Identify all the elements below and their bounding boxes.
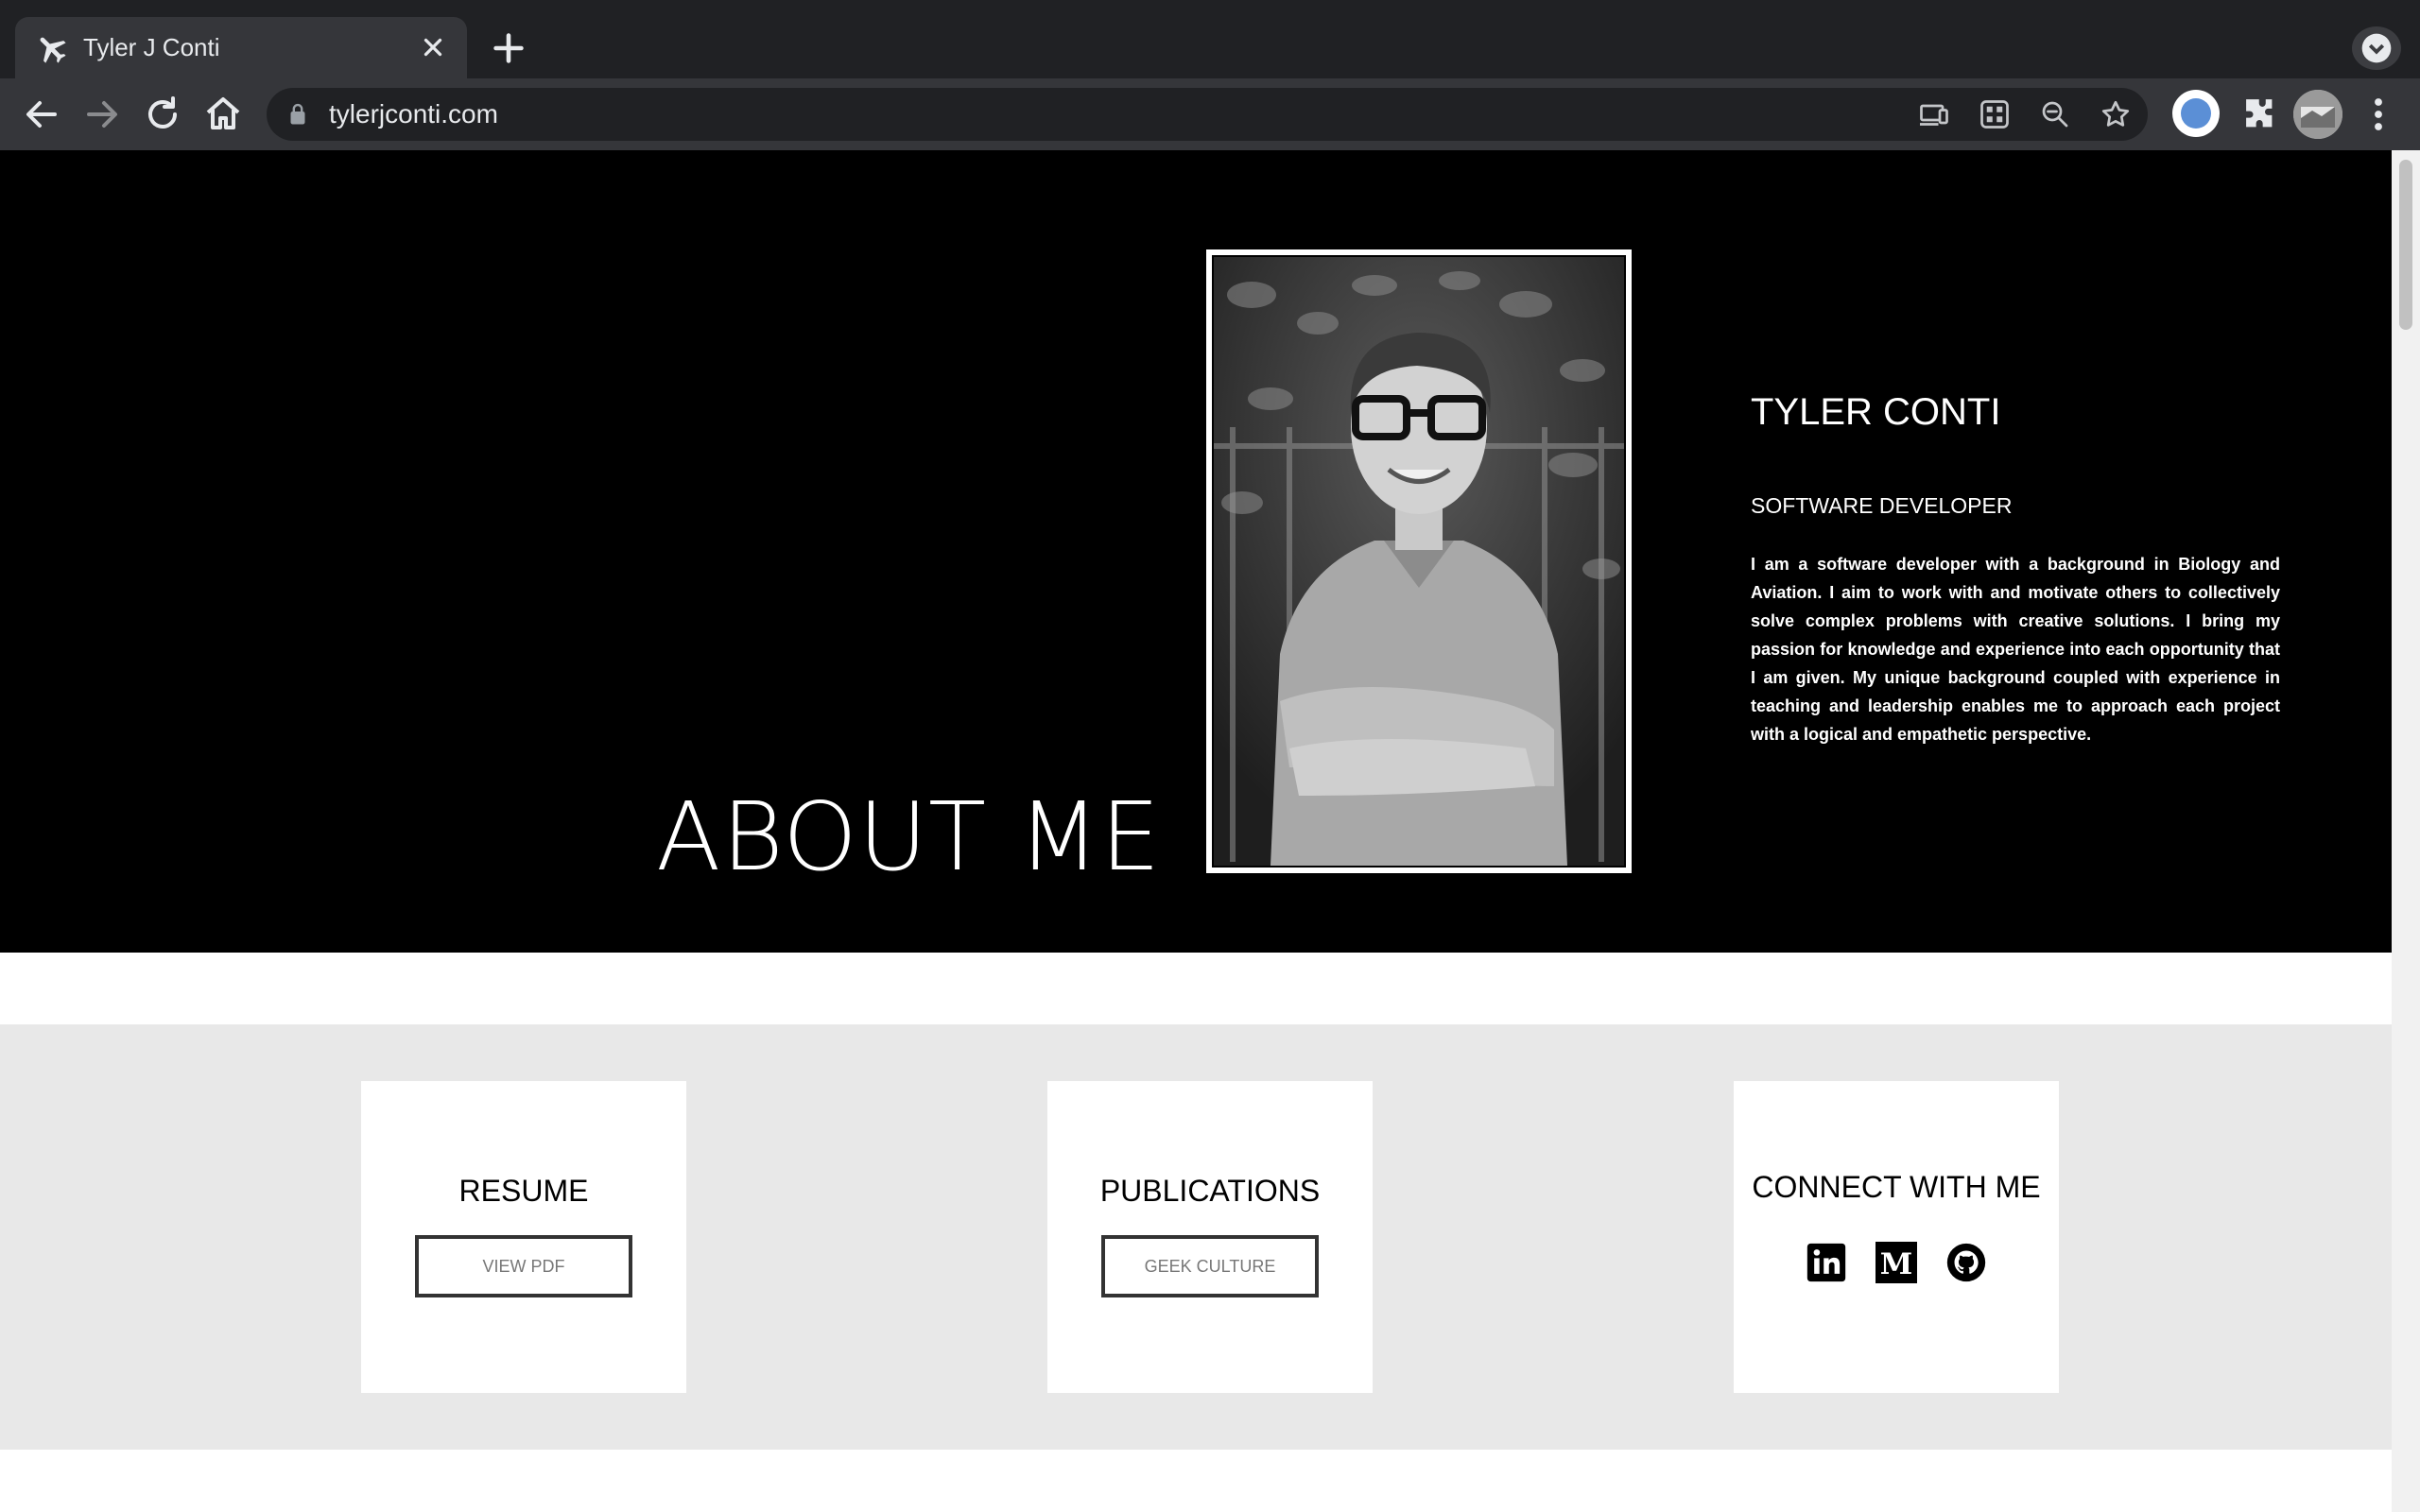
about-section: ABOUT ME TYLER CONTI SOFTWARE DEVELOPER … bbox=[0, 150, 2392, 953]
back-icon[interactable] bbox=[19, 92, 64, 137]
publications-card: PUBLICATIONS GEEK CULTURE bbox=[1047, 1081, 1373, 1393]
tab-search-button[interactable] bbox=[2352, 26, 2401, 70]
cast-icon[interactable] bbox=[1917, 97, 1951, 131]
home-icon[interactable] bbox=[200, 92, 246, 137]
github-icon[interactable] bbox=[1945, 1242, 1987, 1283]
person-role: SOFTWARE DEVELOPER bbox=[1751, 493, 2013, 518]
chevron-down-icon bbox=[2361, 33, 2392, 63]
medium-icon[interactable]: M bbox=[1876, 1242, 1917, 1283]
browser-tab-strip: Tyler J Conti bbox=[0, 0, 2420, 78]
avatar-image bbox=[2293, 90, 2342, 139]
qr-code-icon[interactable] bbox=[1978, 97, 2012, 131]
browser-toolbar: tylerjconti.com bbox=[0, 78, 2420, 150]
close-icon[interactable] bbox=[416, 30, 450, 64]
scrollbar-thumb[interactable] bbox=[2399, 160, 2412, 330]
extensions-puzzle-icon[interactable] bbox=[2235, 90, 2284, 139]
resume-card: RESUME VIEW PDF bbox=[361, 1081, 686, 1393]
user-avatar[interactable] bbox=[2293, 90, 2342, 139]
airplane-icon bbox=[40, 37, 66, 63]
lock-icon bbox=[290, 103, 305, 125]
portrait-frame bbox=[1206, 249, 1632, 873]
linkedin-icon[interactable] bbox=[1806, 1242, 1847, 1283]
zoom-out-icon[interactable] bbox=[2038, 97, 2072, 131]
url-text: tylerjconti.com bbox=[329, 99, 498, 129]
forward-icon[interactable] bbox=[79, 92, 125, 137]
bio-paragraph: I am a software developer with a backgro… bbox=[1751, 555, 2280, 744]
resume-title: RESUME bbox=[458, 1174, 589, 1208]
reload-icon[interactable] bbox=[140, 92, 185, 137]
portrait-photo bbox=[1212, 255, 1626, 868]
connect-title: CONNECT WITH ME bbox=[1752, 1170, 2041, 1204]
address-bar[interactable]: tylerjconti.com bbox=[267, 88, 2148, 141]
svg-text:M: M bbox=[1880, 1247, 1913, 1281]
browser-tab[interactable]: Tyler J Conti bbox=[15, 17, 467, 78]
links-section: RESUME VIEW PDF PUBLICATIONS GEEK CULTUR… bbox=[0, 1024, 2392, 1450]
tab-title: Tyler J Conti bbox=[83, 33, 220, 61]
bookmark-star-icon[interactable] bbox=[2099, 97, 2133, 131]
connect-card: CONNECT WITH ME M bbox=[1734, 1081, 2059, 1393]
menu-kebab-icon[interactable] bbox=[2354, 90, 2403, 139]
about-heading: ABOUT ME bbox=[656, 782, 1162, 892]
profile-extension-icon[interactable] bbox=[2172, 90, 2220, 137]
view-pdf-button[interactable]: VIEW PDF bbox=[415, 1235, 632, 1297]
geek-culture-button[interactable]: GEEK CULTURE bbox=[1101, 1235, 1319, 1297]
publications-title: PUBLICATIONS bbox=[1099, 1174, 1321, 1208]
portrait-image bbox=[1214, 257, 1624, 866]
page-scrollbar[interactable] bbox=[2392, 150, 2420, 1512]
person-name: TYLER CONTI bbox=[1751, 391, 2001, 433]
new-tab-button[interactable] bbox=[484, 26, 533, 70]
page-viewport: ABOUT ME TYLER CONTI SOFTWARE DEVELOPER … bbox=[0, 150, 2392, 1512]
